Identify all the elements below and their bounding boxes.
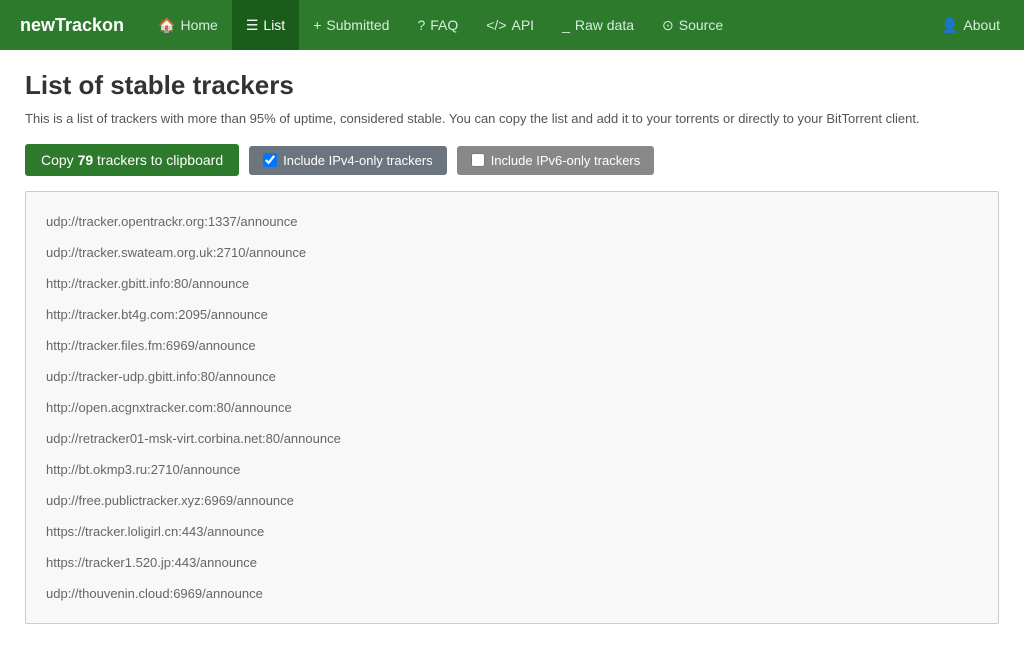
main-content: List of stable trackers This is a list o… xyxy=(0,50,1024,644)
tracker-item: udp://tracker-udp.gbitt.info:80/announce xyxy=(46,362,978,391)
nav-item-about[interactable]: 👤 About xyxy=(927,0,1014,50)
copy-to-clipboard-button[interactable]: Copy 79 trackers to clipboard xyxy=(25,144,239,176)
nav-item-label: Source xyxy=(679,17,723,33)
nav-item-list[interactable]: ☰ List xyxy=(232,0,299,50)
nav-item-label: Submitted xyxy=(326,17,389,33)
page-description: This is a list of trackers with more tha… xyxy=(25,111,999,126)
brand: newTrackon xyxy=(10,15,134,36)
tracker-item: https://tracker.loligirl.cn:443/announce xyxy=(46,517,978,546)
ipv6-label: Include IPv6-only trackers xyxy=(491,153,641,168)
nav-item-home[interactable]: 🏠 Home xyxy=(144,0,232,50)
nav-item-label: API xyxy=(512,17,535,33)
nav-item-label: Home xyxy=(180,17,217,33)
api-icon: </> xyxy=(486,17,506,33)
submitted-icon: + xyxy=(313,17,321,33)
nav-item-source[interactable]: ⊙ Source xyxy=(648,0,737,50)
nav-about-label: About xyxy=(963,17,1000,33)
tracker-item: http://tracker.gbitt.info:80/announce xyxy=(46,269,978,298)
nav-right: 👤 About xyxy=(927,0,1014,50)
controls-row: Copy 79 trackers to clipboard Include IP… xyxy=(25,144,999,176)
ipv4-label: Include IPv4-only trackers xyxy=(283,153,433,168)
tracker-item: udp://tracker.opentrackr.org:1337/announ… xyxy=(46,207,978,236)
tracker-item: http://bt.okmp3.ru:2710/announce xyxy=(46,455,978,484)
navbar: newTrackon 🏠 Home☰ List+ Submitted? FAQ<… xyxy=(0,0,1024,50)
ipv4-checkbox-button[interactable]: Include IPv4-only trackers xyxy=(249,146,447,175)
page-title: List of stable trackers xyxy=(25,70,999,101)
nav-item-api[interactable]: </> API xyxy=(472,0,548,50)
tracker-item: udp://free.publictracker.xyz:6969/announ… xyxy=(46,486,978,515)
tracker-item: udp://tracker.swateam.org.uk:2710/announ… xyxy=(46,238,978,267)
tracker-item: udp://retracker01-msk-virt.corbina.net:8… xyxy=(46,424,978,453)
tracker-item: udp://thouvenin.cloud:6969/announce xyxy=(46,579,978,608)
nav-item-faq[interactable]: ? FAQ xyxy=(403,0,472,50)
nav-items: 🏠 Home☰ List+ Submitted? FAQ</> API_​ Ra… xyxy=(144,0,927,50)
nav-item-submitted[interactable]: + Submitted xyxy=(299,0,403,50)
tracker-item: http://tracker.bt4g.com:2095/announce xyxy=(46,300,978,329)
about-icon: 👤 xyxy=(941,17,958,34)
ipv6-checkbox[interactable] xyxy=(471,153,485,167)
ipv6-checkbox-button[interactable]: Include IPv6-only trackers xyxy=(457,146,655,175)
source-icon: ⊙ xyxy=(662,17,674,34)
nav-item-label: List xyxy=(263,17,285,33)
tracker-item: http://tracker.files.fm:6969/announce xyxy=(46,331,978,360)
tracker-list-box: udp://tracker.opentrackr.org:1337/announ… xyxy=(25,191,999,624)
nav-item-rawdata[interactable]: _​ Raw data xyxy=(548,0,648,50)
nav-item-label: FAQ xyxy=(430,17,458,33)
list-icon: ☰ xyxy=(246,17,259,34)
ipv4-checkbox[interactable] xyxy=(263,153,277,167)
tracker-count: 79 xyxy=(78,152,94,168)
nav-item-label: Raw data xyxy=(575,17,634,33)
rawdata-icon: _​ xyxy=(562,17,570,33)
tracker-item: http://open.acgnxtracker.com:80/announce xyxy=(46,393,978,422)
faq-icon: ? xyxy=(417,17,425,33)
tracker-item: https://tracker1.520.jp:443/announce xyxy=(46,548,978,577)
home-icon: 🏠 xyxy=(158,17,175,34)
